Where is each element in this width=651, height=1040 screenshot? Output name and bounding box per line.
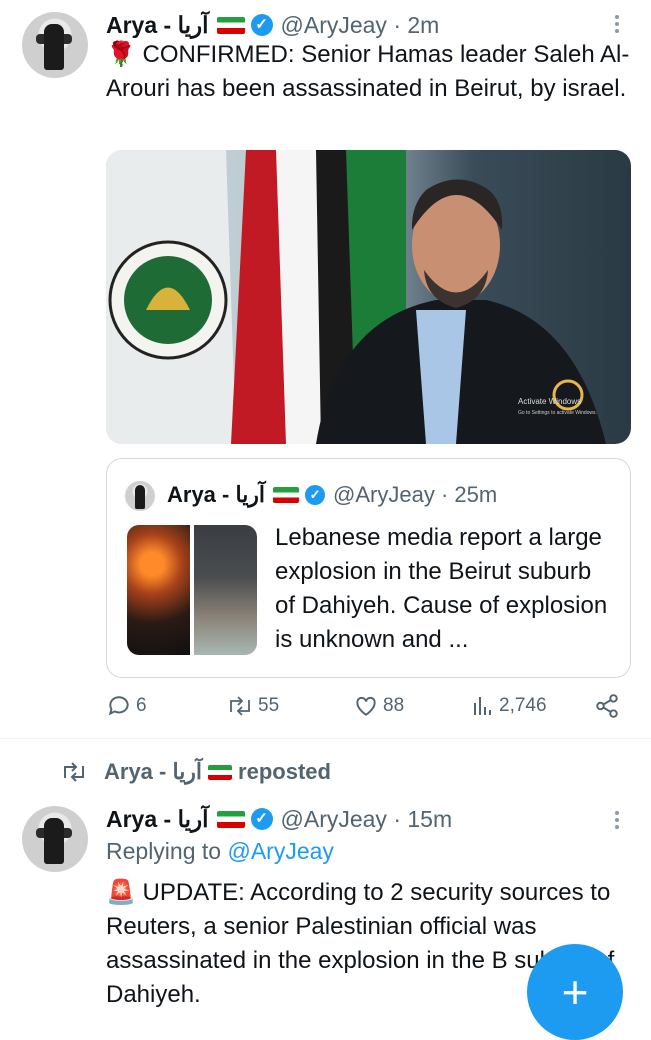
- repost-icon: [64, 762, 84, 782]
- quote-header: Arya - آریا ✓ @AryJeay · 25m: [167, 480, 497, 510]
- verified-icon: ✓: [305, 485, 326, 505]
- like-icon: [356, 696, 376, 716]
- repost-icon: [230, 696, 250, 716]
- timestamp[interactable]: 2m: [407, 12, 439, 39]
- quote-display-name: Arya - آریا: [167, 482, 266, 507]
- reply-count: 6: [136, 695, 147, 716]
- share-button[interactable]: [594, 693, 620, 719]
- quote-handle: @AryJeay: [333, 482, 435, 507]
- iran-flag-icon: [216, 16, 245, 34]
- quote-text: Lebanese media report a large explosion …: [275, 524, 608, 653]
- tweet-header: Arya - آریا ✓ @AryJeay · 2m: [106, 10, 439, 40]
- photo-illustration: Activate Windows Go to Settings to activ…: [106, 150, 606, 444]
- separator-dot: ·: [434, 482, 455, 507]
- verified-icon[interactable]: ✓: [250, 14, 273, 36]
- separator-dot: ·: [386, 11, 408, 38]
- display-name[interactable]: Arya - آریا: [106, 806, 209, 833]
- handle[interactable]: @AryJeay: [281, 12, 387, 39]
- views-icon: [474, 697, 491, 715]
- explosion-photo-smoke: [194, 525, 257, 655]
- explosion-photo-night: [127, 525, 190, 655]
- display-name[interactable]: Arya - آریا: [106, 12, 209, 39]
- repost-count: 55: [258, 695, 280, 716]
- tweet-header: Arya - آریا ✓ @AryJeay · 15m: [106, 804, 452, 834]
- avatar[interactable]: [22, 12, 88, 78]
- like-button[interactable]: 88: [353, 693, 404, 719]
- more-icon[interactable]: [615, 808, 621, 832]
- reply-button[interactable]: 6: [106, 693, 147, 719]
- tweet-text: 🌹 CONFIRMED: Senior Hamas leader Saleh A…: [106, 41, 630, 102]
- reposted-label: reposted: [238, 759, 331, 784]
- replying-label: Replying to: [106, 838, 222, 864]
- tweet-photo[interactable]: Activate Windows Go to Settings to activ…: [106, 150, 631, 444]
- iran-flag-icon: [273, 487, 300, 503]
- replying-to: Replying to @AryJeay: [106, 838, 334, 865]
- compose-button[interactable]: +: [527, 944, 623, 1040]
- tweet-actions: 6 55 88 2,746: [106, 693, 626, 725]
- quoted-tweet[interactable]: Arya - آریا ✓ @AryJeay · 25m Lebanese me…: [106, 458, 631, 678]
- view-count: 2,746: [499, 695, 547, 716]
- like-count: 88: [383, 695, 405, 716]
- quote-timestamp: 25m: [454, 482, 498, 507]
- replying-handle[interactable]: @AryJeay: [227, 838, 333, 864]
- verified-icon[interactable]: ✓: [250, 808, 273, 830]
- share-icon: [596, 694, 618, 718]
- separator-dot: ·: [386, 805, 408, 832]
- reposter-name[interactable]: Arya - آریا: [104, 759, 202, 785]
- repost-button[interactable]: 55: [226, 693, 279, 719]
- reply-icon: [108, 696, 129, 716]
- repost-banner[interactable]: Arya - آریا reposted: [60, 757, 331, 787]
- avatar[interactable]: [22, 806, 88, 872]
- tweet-1[interactable]: Arya - آریا ✓ @AryJeay · 2m 🌹 CONFIRMED:…: [0, 0, 651, 738]
- divider: [0, 738, 651, 739]
- handle[interactable]: @AryJeay: [281, 806, 387, 833]
- views-button[interactable]: 2,746: [471, 693, 547, 719]
- iran-flag-icon: [208, 764, 233, 780]
- timestamp[interactable]: 15m: [407, 806, 452, 833]
- quote-avatar: [125, 481, 155, 511]
- watermark-subtext: Go to Settings to activate Windows.: [518, 410, 597, 416]
- iran-flag-icon: [216, 810, 245, 828]
- watermark-text: Activate Windows: [518, 397, 581, 406]
- quote-media[interactable]: [127, 525, 257, 655]
- more-icon[interactable]: [615, 12, 621, 36]
- compose-icon: +: [561, 966, 589, 1018]
